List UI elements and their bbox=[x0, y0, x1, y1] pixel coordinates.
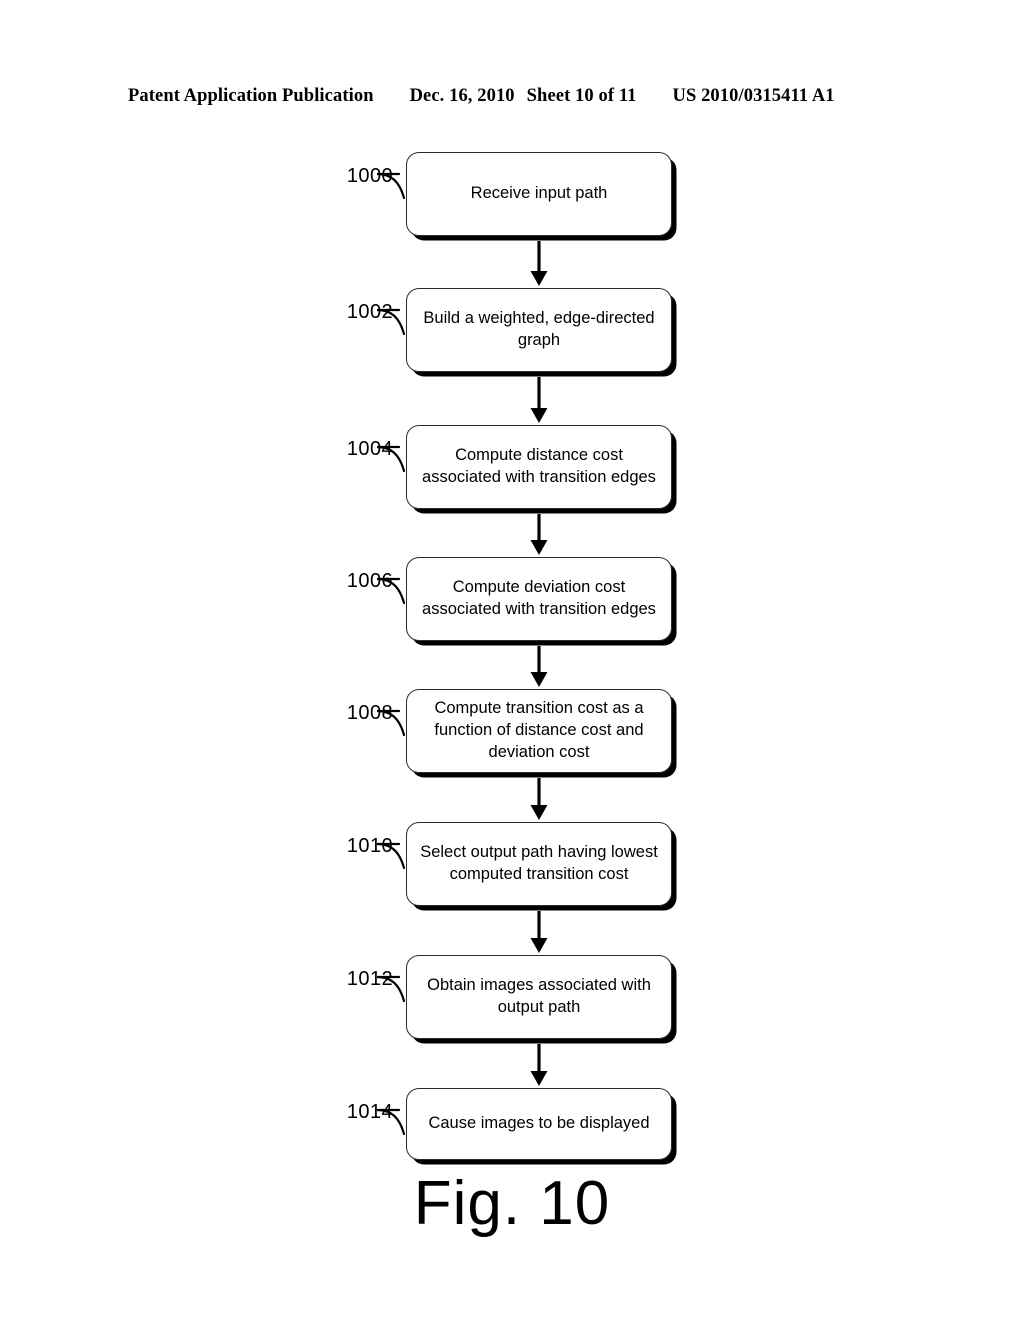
flowchart-step-label: Build a weighted, edge-directed graph bbox=[423, 309, 655, 349]
flowchart-step-label: Compute deviation cost associated with t… bbox=[422, 578, 656, 618]
flowchart-step-label: Cause images to be displayed bbox=[428, 1114, 650, 1133]
flowchart-step-label: Receive input path bbox=[470, 184, 608, 203]
connector-arrowhead-1008 bbox=[530, 805, 548, 820]
reference-numeral-1014: 1014 bbox=[346, 1101, 393, 1123]
reference-numeral-1002: 1002 bbox=[346, 301, 393, 323]
reference-numeral-1000: 1000 bbox=[346, 165, 393, 187]
connector-arrowhead-1004 bbox=[530, 540, 548, 555]
flowchart-step-1002: Build a weighted, edge-directed graph bbox=[406, 288, 672, 372]
reference-numeral-1010: 1010 bbox=[346, 835, 393, 857]
flowchart-step-1008: Compute transition cost as a function of… bbox=[406, 689, 672, 773]
reference-numeral-1004: 1004 bbox=[346, 438, 393, 460]
flowchart-step-1000: Receive input path bbox=[406, 152, 672, 236]
flowchart-step-1012: Obtain images associated with output pat… bbox=[406, 955, 672, 1039]
flowchart-step-label: Compute distance cost associated with tr… bbox=[422, 446, 656, 486]
connector-arrowhead-1006 bbox=[530, 672, 548, 687]
flowchart-step-1014: Cause images to be displayed bbox=[406, 1088, 672, 1160]
flowchart-step-label: Obtain images associated with output pat… bbox=[427, 976, 651, 1016]
connector-arrowhead-1012 bbox=[530, 1071, 548, 1086]
flowchart-step-1010: Select output path having lowest compute… bbox=[406, 822, 672, 906]
connector-arrowhead-1000 bbox=[530, 271, 548, 286]
figure-caption: Fig. 10 bbox=[413, 1169, 611, 1238]
flowchart-step-label: Select output path having lowest compute… bbox=[420, 843, 658, 883]
reference-numeral-1006: 1006 bbox=[346, 570, 393, 592]
flowchart-step-1006: Compute deviation cost associated with t… bbox=[406, 557, 672, 641]
reference-numeral-1008: 1008 bbox=[346, 702, 393, 724]
flowchart-step-1004: Compute distance cost associated with tr… bbox=[406, 425, 672, 509]
connector-arrowhead-1002 bbox=[530, 408, 548, 423]
flowchart: Receive input path 1000 Build a weighted, … bbox=[0, 0, 1024, 1320]
reference-numeral-1012: 1012 bbox=[346, 968, 393, 990]
flowchart-step-label: Compute transition cost as a function of… bbox=[434, 699, 644, 761]
connector-arrowhead-1010 bbox=[530, 938, 548, 953]
